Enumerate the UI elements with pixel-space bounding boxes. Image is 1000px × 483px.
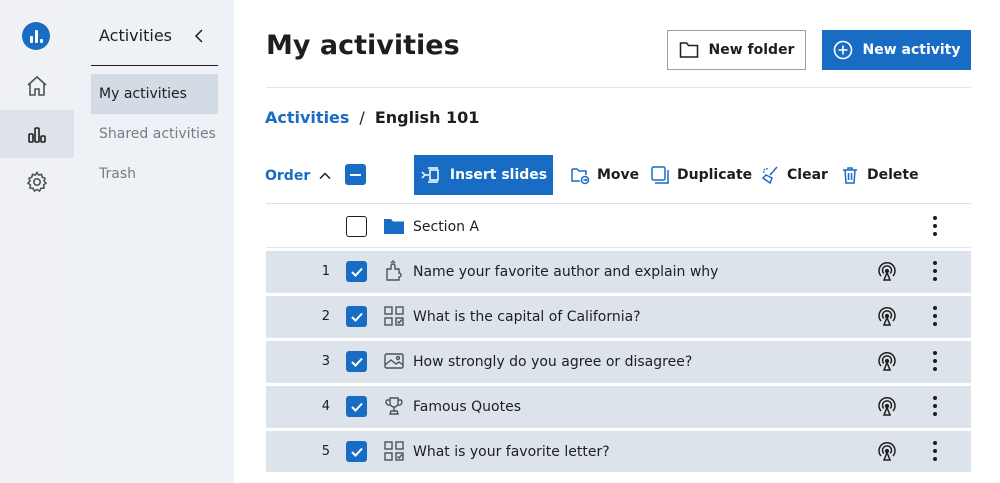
- row-title: Section A: [413, 218, 480, 235]
- grid-icon: [384, 306, 404, 326]
- activity-row[interactable]: 3 How strongly do you agree or disagree?: [266, 341, 971, 382]
- sidebar: Activities My activities Shared activiti…: [74, 0, 234, 483]
- more-vertical-icon[interactable]: [925, 349, 945, 373]
- row-divider: [266, 337, 971, 338]
- delete-label: Delete: [867, 167, 919, 183]
- sidebar-item-my-activities[interactable]: My activities: [91, 74, 218, 114]
- activity-row[interactable]: 4 Famous Quotes: [266, 386, 971, 427]
- row-number: 1: [321, 264, 330, 279]
- clear-broom-icon: [761, 166, 778, 185]
- new-activity-button[interactable]: New activity: [822, 30, 971, 70]
- rail-home[interactable]: [0, 62, 74, 110]
- row-divider: [266, 247, 971, 248]
- duplicate-label: Duplicate: [677, 167, 753, 183]
- trash-icon: [843, 167, 857, 184]
- chevron-up-icon: [319, 172, 331, 180]
- row-divider: [266, 382, 971, 383]
- folder-icon: [384, 219, 404, 234]
- folder-row[interactable]: Section A: [266, 206, 971, 247]
- more-vertical-icon[interactable]: [925, 439, 945, 463]
- grid-icon: [384, 441, 404, 461]
- move-button[interactable]: Move: [570, 163, 639, 187]
- new-activity-label: New activity: [862, 42, 961, 58]
- row-divider: [266, 427, 971, 428]
- row-checkbox[interactable]: [346, 261, 367, 282]
- insert-slides-button[interactable]: Insert slides: [414, 155, 553, 195]
- present-broadcast-icon[interactable]: [876, 395, 898, 417]
- sidebar-title: Activities: [99, 26, 172, 45]
- activity-row[interactable]: 2 What is the capital of California?: [266, 296, 971, 337]
- row-checkbox[interactable]: [346, 441, 367, 462]
- settings-icon: [26, 171, 48, 193]
- duplicate-icon: [651, 166, 669, 184]
- trophy-icon: [385, 397, 403, 415]
- row-title: What is your favorite letter?: [413, 443, 610, 460]
- breadcrumb: Activities / English 101: [265, 108, 479, 127]
- toolbar-divider: [266, 203, 971, 204]
- activity-row[interactable]: 1 Name your favorite author and explain …: [266, 251, 971, 292]
- row-number: 5: [321, 444, 330, 459]
- sidebar-header: Activities: [91, 24, 218, 66]
- new-folder-button[interactable]: New folder: [667, 30, 806, 70]
- chevron-left-icon[interactable]: [192, 28, 208, 44]
- order-label: Order: [265, 168, 311, 184]
- breadcrumb-separator: /: [359, 108, 365, 127]
- row-divider: [266, 292, 971, 293]
- app-logo-icon[interactable]: [22, 22, 50, 50]
- folder-outline-icon: [679, 42, 698, 58]
- row-number: 4: [321, 399, 330, 414]
- row-title: Famous Quotes: [413, 398, 522, 415]
- row-number: 3: [321, 354, 330, 369]
- icon-rail: [0, 0, 74, 483]
- delete-button[interactable]: Delete: [840, 163, 919, 187]
- page-title: My activities: [266, 30, 460, 61]
- more-vertical-icon[interactable]: [925, 394, 945, 418]
- present-broadcast-icon[interactable]: [876, 440, 898, 462]
- row-number: 2: [321, 309, 330, 324]
- move-folder-icon: [571, 168, 590, 185]
- rail-settings[interactable]: [0, 158, 74, 206]
- sidebar-item-shared-activities[interactable]: Shared activities: [91, 114, 218, 154]
- clear-label: Clear: [787, 167, 828, 183]
- row-checkbox[interactable]: [346, 351, 367, 372]
- present-broadcast-icon[interactable]: [876, 350, 898, 372]
- header-divider: [266, 87, 971, 88]
- new-folder-label: New folder: [708, 42, 795, 58]
- more-vertical-icon[interactable]: [925, 304, 945, 328]
- row-checkbox[interactable]: [346, 306, 367, 327]
- plus-circle-icon: [833, 40, 852, 60]
- breadcrumb-current: English 101: [374, 108, 480, 127]
- breadcrumb-root-link[interactable]: Activities: [265, 108, 349, 127]
- present-broadcast-icon[interactable]: [876, 305, 898, 327]
- more-vertical-icon[interactable]: [925, 259, 945, 283]
- present-broadcast-icon[interactable]: [876, 260, 898, 282]
- row-checkbox[interactable]: [346, 396, 367, 417]
- home-icon: [27, 75, 47, 96]
- activities-chart-icon: [28, 127, 46, 143]
- row-title: What is the capital of California?: [413, 308, 641, 325]
- order-sort-button[interactable]: Order: [265, 165, 332, 187]
- more-vertical-icon[interactable]: [925, 214, 945, 238]
- row-title: How strongly do you agree or disagree?: [413, 353, 693, 370]
- insert-slides-icon: [421, 167, 439, 183]
- duplicate-button[interactable]: Duplicate: [650, 163, 752, 187]
- puzzle-icon: [386, 260, 402, 281]
- clear-button[interactable]: Clear: [760, 163, 828, 187]
- row-title: Name your favorite author and explain wh…: [413, 263, 719, 280]
- rail-activities[interactable]: [0, 110, 74, 158]
- row-checkbox[interactable]: [346, 216, 367, 237]
- select-all-checkbox[interactable]: [345, 164, 366, 185]
- insert-slides-label: Insert slides: [449, 167, 548, 183]
- move-label: Move: [597, 167, 640, 183]
- activity-row[interactable]: 5 What is your favorite letter?: [266, 431, 971, 472]
- image-icon: [384, 353, 404, 369]
- sidebar-item-trash[interactable]: Trash: [91, 154, 218, 194]
